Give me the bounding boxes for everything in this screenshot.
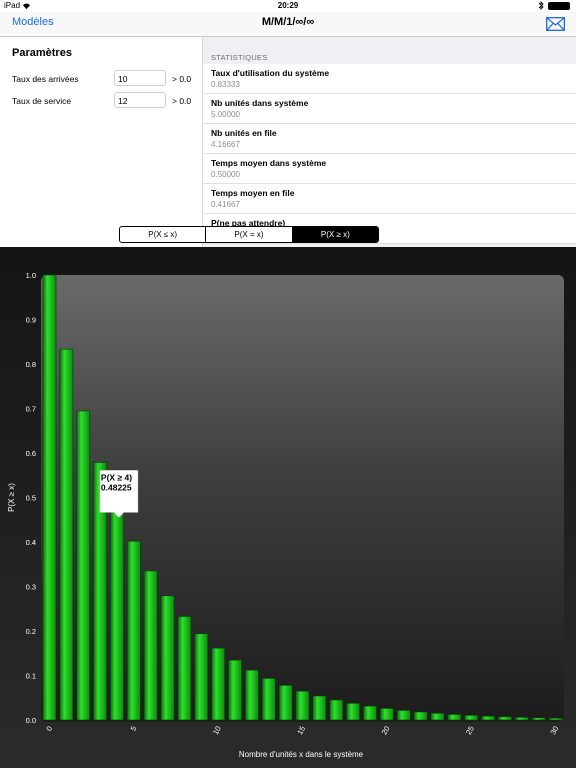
- param-row-arrival-rate: Taux des arrivées 10 > 0.0: [0, 70, 202, 88]
- stat-label: Taux d'utilisation du système: [211, 68, 330, 78]
- bar-x-1[interactable]: [59, 348, 74, 721]
- battery-icon: [548, 2, 570, 10]
- y-tick-label: 0.7: [26, 405, 36, 414]
- bar-x-10[interactable]: [211, 647, 226, 721]
- stat-value: 0.83333: [211, 80, 240, 89]
- service-rate-label: Taux de service: [12, 96, 72, 106]
- bar-x-18[interactable]: [346, 702, 360, 721]
- stat-units-in-system: Nb unités dans système 5.00000: [203, 94, 576, 124]
- bar-x-6[interactable]: [143, 570, 158, 721]
- status-time: 20:29: [277, 1, 299, 10]
- bar-x-12[interactable]: [245, 669, 259, 721]
- y-tick-label: 0.5: [26, 494, 36, 503]
- chart-area[interactable]: 0.0 0.1 0.2 0.3 0.4 0.5 0.6 0.7 0.8 0.9 1.0 0 5 10 15…: [0, 247, 576, 768]
- bar-x-30[interactable]: [548, 717, 563, 721]
- bar-x-16[interactable]: [312, 695, 327, 721]
- bar-x-11[interactable]: [228, 659, 242, 721]
- bar-x-25[interactable]: [464, 715, 479, 721]
- stat-time-in-system: Temps moyen dans système 0.50000: [203, 154, 576, 184]
- probability-bar-chart[interactable]: 0.00.10.20.30.40.50.60.70.80.91.0 0 5 10 15…: [0, 247, 576, 768]
- stat-value: 4.16667: [211, 140, 240, 149]
- stat-label: Temps moyen en file: [211, 188, 295, 198]
- bar-x-9[interactable]: [194, 633, 209, 721]
- bar-tooltip: P(X ≥ 4) 0.48225: [99, 470, 139, 518]
- probability-segmented-control: P(X ≤ x) P(X = x) P(X ≥ x): [119, 226, 379, 243]
- bar-x-14[interactable]: [278, 685, 293, 721]
- parameters-title: Paramètres: [12, 47, 72, 59]
- stat-value: 0.41667: [211, 200, 240, 209]
- arrival-rate-constraint: > 0.0: [172, 74, 192, 84]
- statistics-header: STATISTIQUES: [211, 53, 268, 62]
- bar-x-13[interactable]: [261, 678, 276, 721]
- y-tick-label: 0.6: [26, 449, 36, 458]
- y-tick-label: 0.0: [26, 716, 36, 725]
- x-axis-label: Nombre d'unités x dans le système: [239, 750, 364, 759]
- y-tick-label: 0.4: [26, 538, 36, 547]
- tooltip-value: 0.48225: [101, 482, 132, 492]
- stat-time-in-queue: Temps moyen en file 0.41667: [203, 184, 576, 214]
- bar-x-22[interactable]: [413, 711, 428, 721]
- bar-x-4[interactable]: [110, 505, 124, 721]
- stat-label: Temps moyen dans système: [211, 158, 327, 168]
- y-tick-label: 0.2: [26, 627, 36, 636]
- bar-x-23[interactable]: [430, 712, 445, 721]
- y-axis-label: P(X ≥ x): [7, 483, 16, 512]
- bar-x-17[interactable]: [329, 699, 344, 721]
- parameters-panel: Paramètres Taux des arrivées 10 > 0.0 Ta…: [0, 37, 202, 247]
- bar-x-24[interactable]: [447, 714, 462, 721]
- tooltip-label: P(X ≥ 4): [101, 472, 132, 482]
- bar-x-27[interactable]: [498, 716, 512, 721]
- statistics-panel[interactable]: STATISTIQUES Taux d'utilisation du systè…: [202, 37, 576, 247]
- bar-x-26[interactable]: [481, 715, 495, 721]
- param-row-service-rate: Taux de service 12 > 0.0: [0, 92, 202, 110]
- service-rate-input[interactable]: 12: [114, 92, 166, 108]
- bar-x-7[interactable]: [160, 595, 175, 721]
- page-title: M/M/1/∞/∞: [261, 16, 315, 28]
- bar-x-19[interactable]: [363, 705, 377, 721]
- segment-cumulative-ge[interactable]: P(X ≥ x): [292, 227, 378, 242]
- bar-x-20[interactable]: [379, 708, 394, 721]
- bar-x-15[interactable]: [295, 690, 310, 721]
- stat-value: 0.50000: [211, 170, 240, 179]
- navigation-bar: Modèles M/M/1/∞/∞: [0, 12, 576, 37]
- stat-utilization: Taux d'utilisation du système 0.83333: [203, 64, 576, 94]
- y-tick-label: 0.1: [26, 672, 36, 681]
- bar-x-28[interactable]: [514, 716, 529, 721]
- stat-value: 5.00000: [211, 110, 240, 119]
- bar-x-0[interactable]: [42, 274, 57, 721]
- arrival-rate-input[interactable]: 10: [114, 70, 166, 86]
- segment-cumulative-le[interactable]: P(X ≤ x): [120, 227, 207, 242]
- y-tick-label: 0.8: [26, 360, 36, 369]
- status-bar: iPad 20:29: [0, 0, 576, 12]
- y-tick-label: 0.9: [26, 316, 36, 325]
- y-tick-label: 0.3: [26, 583, 36, 592]
- arrival-rate-label: Taux des arrivées: [12, 74, 79, 84]
- bar-x-29[interactable]: [531, 717, 546, 721]
- stat-label: Nb unités en file: [211, 128, 277, 138]
- bar-x-8[interactable]: [177, 616, 192, 721]
- service-rate-constraint: > 0.0: [172, 96, 192, 106]
- bluetooth-icon: [538, 0, 544, 10]
- stat-label: Nb unités dans système: [211, 98, 309, 108]
- mail-icon[interactable]: [546, 17, 565, 31]
- bar-x-2[interactable]: [76, 410, 91, 721]
- stat-units-in-queue: Nb unités en file 4.16667: [203, 124, 576, 154]
- y-tick-label: 1.0: [26, 271, 36, 280]
- segment-equal[interactable]: P(X = x): [206, 227, 293, 242]
- bar-x-21[interactable]: [396, 710, 411, 721]
- statistics-list: Taux d'utilisation du système 0.83333 Nb…: [203, 64, 576, 244]
- bar-x-5[interactable]: [126, 540, 141, 721]
